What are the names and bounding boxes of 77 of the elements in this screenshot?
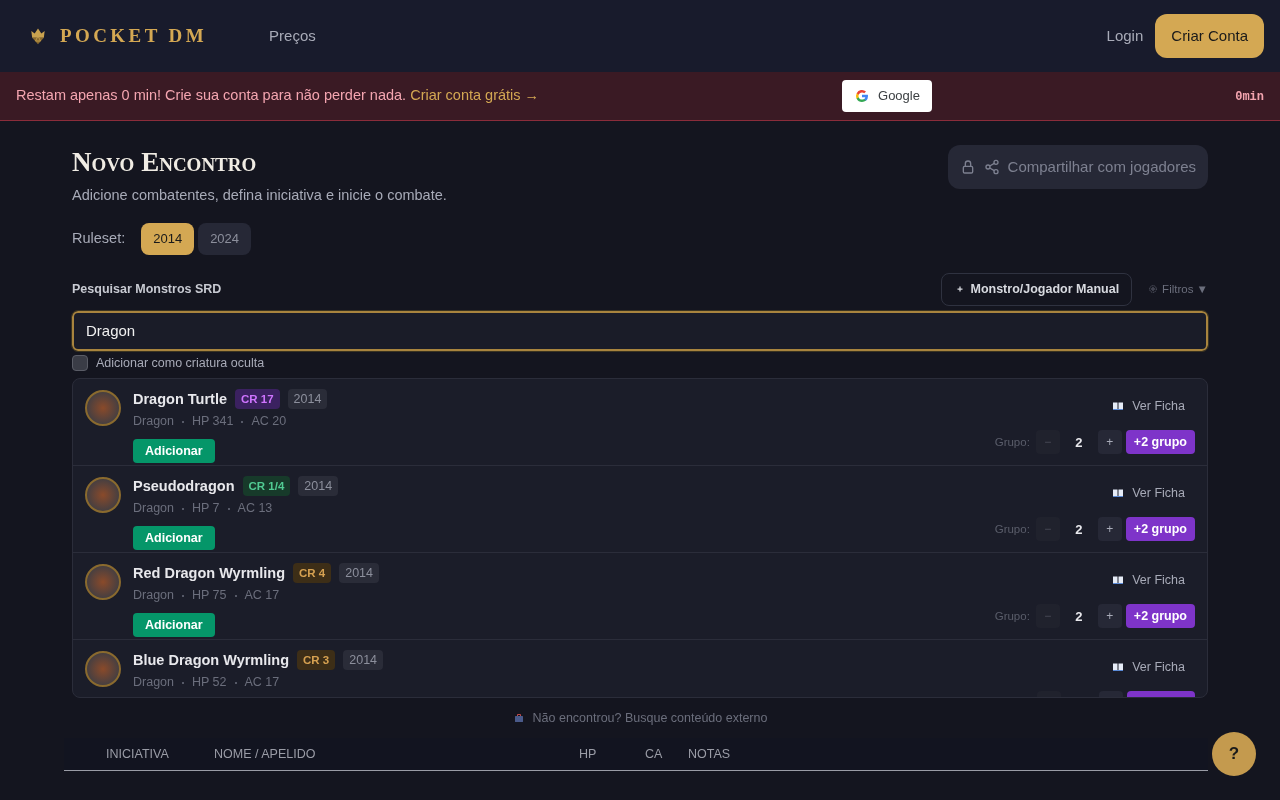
creature-portrait	[85, 563, 121, 600]
manual-add-button[interactable]: Monstro/Jogador Manual	[941, 272, 1133, 306]
box-icon	[512, 711, 525, 724]
search-field[interactable]: Dragon	[72, 310, 1208, 351]
cr-badge: CR 1/4	[242, 476, 291, 497]
creature-type: Dragon	[133, 413, 174, 431]
ruleset-option[interactable]: 2014	[141, 222, 195, 255]
cr-badge: CR 17	[235, 389, 280, 410]
signup-link[interactable]: Criar conta grátis →	[410, 87, 540, 104]
group-add-button[interactable]: +2 grupo	[1125, 604, 1195, 629]
creature-name: Pseudodragon	[133, 476, 235, 496]
view-sheet-link[interactable]: Ver Ficha	[1112, 483, 1185, 503]
search-label: Pesquisar Monstros SRD	[72, 280, 222, 298]
view-sheet-link[interactable]: Ver Ficha	[1112, 396, 1185, 416]
hp-value: HP 75	[192, 587, 227, 605]
ac-value: AC 13	[237, 500, 273, 518]
logo-text[interactable]: POCKET DM	[60, 21, 208, 51]
share-icon	[983, 159, 1000, 175]
column-header: HP	[579, 745, 598, 763]
group-label: Grupo:	[994, 521, 1030, 537]
hp-value: HP 341	[192, 413, 234, 431]
creature-type: Dragon	[133, 674, 174, 692]
ruleset-option[interactable]: 2024	[198, 222, 252, 255]
column-header: NOTAS	[688, 745, 731, 763]
column-header: NOME / APELIDO	[214, 745, 317, 763]
filters-button[interactable]: Filtros ▼	[1148, 280, 1208, 298]
add-button[interactable]: Adicionar	[133, 613, 215, 637]
increment-button[interactable]: +	[1097, 517, 1122, 542]
edition-badge: 2014	[343, 650, 384, 671]
view-sheet-link[interactable]: Ver Ficha	[1112, 657, 1185, 677]
hp-value: HP 52	[192, 674, 227, 692]
creature-name: Red Dragon Wyrmling	[133, 563, 285, 583]
view-sheet-link[interactable]: Ver Ficha	[1112, 570, 1185, 590]
google-button[interactable]: Google	[842, 80, 932, 112]
group-count: 2	[1074, 520, 1084, 539]
external-search-link[interactable]: Não encontrou? Busque conteúdo externo	[72, 708, 1208, 728]
column-header: CA	[645, 745, 664, 763]
creature-type: Dragon	[133, 500, 174, 518]
cr-badge: CR 3	[297, 650, 336, 671]
group-label: Grupo:	[994, 608, 1030, 624]
creature-portrait	[85, 650, 121, 687]
creature-name: Dragon Turtle	[133, 389, 227, 409]
ac-value: AC 20	[251, 413, 287, 431]
group-add-button[interactable]: +2 grupo	[1125, 430, 1195, 455]
ruleset-label: Ruleset:	[72, 228, 126, 248]
share-button[interactable]: Compartilhar com jogadores	[947, 145, 1208, 189]
ac-value: AC 17	[244, 674, 280, 692]
increment-button[interactable]: +	[1097, 430, 1122, 455]
column-header: INICIATIVA	[105, 745, 170, 763]
cr-badge: CR 4	[293, 563, 332, 584]
page-subtitle: Adicione combatentes, defina iniciativa e inicie o combate.	[72, 186, 447, 205]
hidden-checkbox[interactable]	[72, 355, 88, 372]
nav-link[interactable]: Preços	[269, 24, 316, 48]
group-label: Grupo:	[994, 434, 1030, 450]
help-button[interactable]: ?	[1212, 732, 1256, 776]
banner-message: Restam apenas 0 min! Crie sua conta para não perder nada. Criar conta grátis →	[16, 86, 540, 106]
creature-name: Blue Dragon Wyrmling	[133, 650, 290, 670]
increment-button[interactable]: +	[1097, 604, 1122, 629]
signup-button[interactable]: Criar Conta	[1155, 14, 1264, 58]
google-logo-icon	[854, 88, 871, 104]
group-add-button[interactable]: +2 grupo	[1125, 517, 1195, 542]
creature-type: Dragon	[133, 587, 174, 605]
hidden-checkbox-label: Adicionar como criatura oculta	[96, 354, 265, 372]
page-title: Novo Encontro	[72, 147, 258, 177]
timer-text: 0min	[1235, 89, 1264, 106]
edition-badge: 2014	[287, 389, 328, 410]
edition-badge: 2014	[339, 563, 379, 584]
creature-portrait	[85, 389, 121, 426]
login-link[interactable]: Login	[1106, 24, 1144, 48]
add-button[interactable]: Adicionar	[133, 526, 215, 550]
group-count: 2	[1074, 607, 1084, 626]
creature-portrait	[85, 476, 121, 513]
group-count: 2	[1074, 433, 1084, 452]
hp-value: HP 7	[192, 500, 220, 518]
edition-badge: 2014	[298, 476, 339, 497]
ac-value: AC 17	[244, 587, 280, 605]
add-button[interactable]: Adicionar	[133, 439, 215, 463]
